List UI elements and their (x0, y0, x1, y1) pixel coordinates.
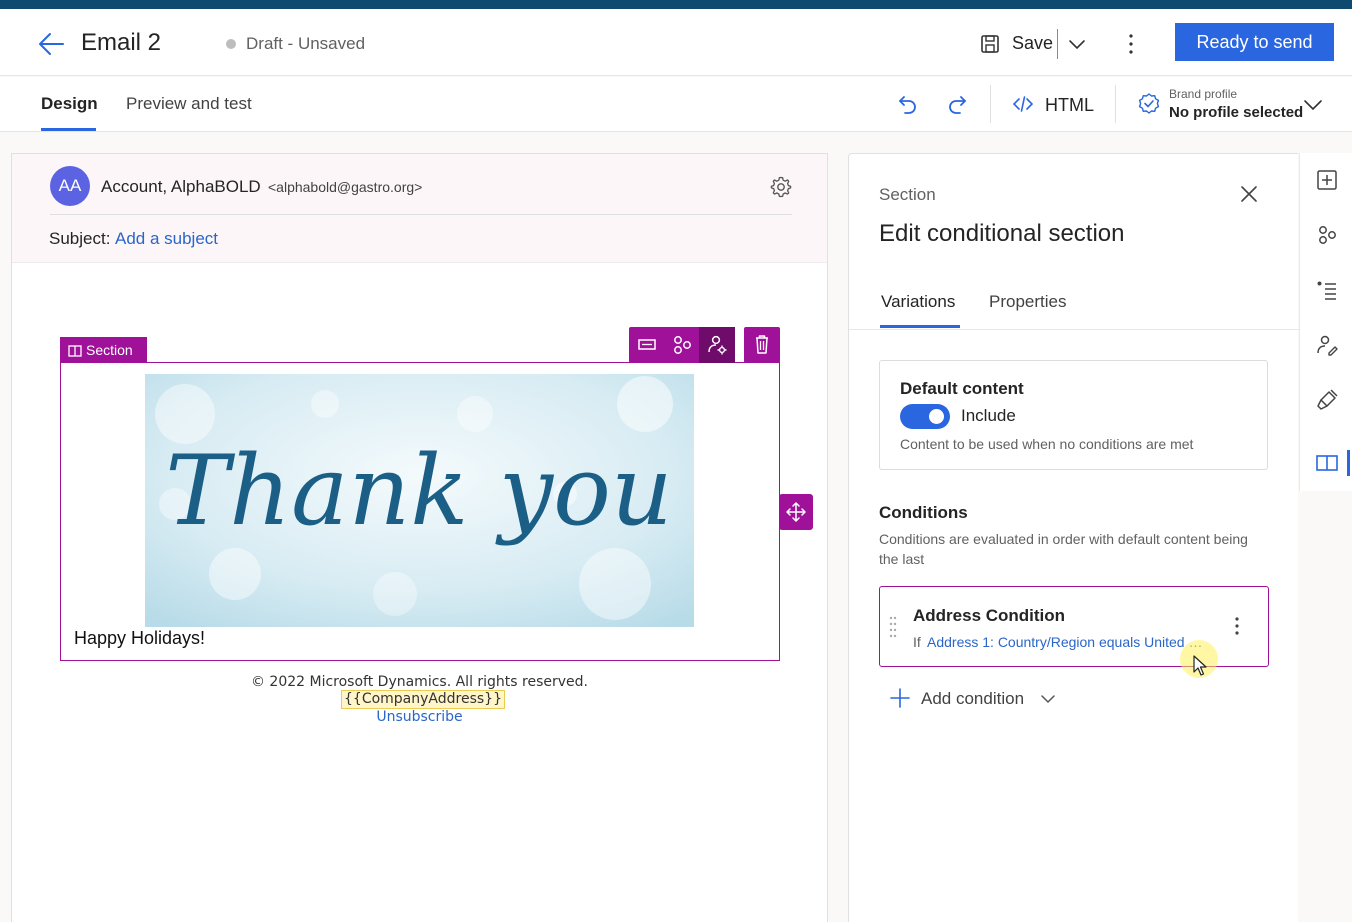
html-button[interactable]: HTML (1045, 95, 1094, 116)
tab-properties[interactable]: Properties (989, 292, 1066, 312)
section-tag-label: Section (86, 342, 133, 358)
default-content-card: Default content Include Content to be us… (879, 360, 1268, 470)
avatar: AA (50, 166, 90, 206)
condition-more-options-icon[interactable] (1230, 614, 1244, 638)
toggle-knob (929, 409, 944, 424)
save-disk-icon[interactable] (979, 33, 1001, 55)
panel-tabs-separator (849, 329, 1299, 330)
editor-tabs-bar: Design Preview and test HTML Brand profi… (0, 77, 1352, 132)
panel-kicker: Section (879, 185, 936, 204)
code-icon[interactable] (1012, 93, 1034, 115)
right-tool-rail (1299, 153, 1352, 491)
back-arrow-icon[interactable] (36, 31, 66, 57)
dynamic-text-list-icon[interactable] (1315, 278, 1339, 302)
company-address-token[interactable]: {{CompanyAddress}} (341, 690, 505, 709)
conditions-description: Conditions are evaluated in order with d… (879, 531, 1248, 567)
more-options-icon[interactable] (1122, 31, 1140, 57)
delete-section-button[interactable] (744, 327, 780, 363)
panel-title: Edit conditional section (879, 220, 1125, 247)
save-options-chevron-down-icon[interactable] (1066, 33, 1088, 55)
thank-you-image-text: Thank you (165, 435, 672, 547)
condition-title: Address Condition (913, 606, 1066, 625)
section-tag[interactable]: Section (60, 337, 147, 363)
redo-icon[interactable] (945, 92, 969, 116)
default-content-description: Content to be used when no conditions ar… (900, 436, 1194, 452)
footer-copyright: © 2022 Microsoft Dynamics. All rights re… (250, 674, 589, 690)
brand-profile-value[interactable]: No profile selected (1169, 104, 1303, 121)
brand-badge-check-icon (1137, 92, 1161, 116)
include-toggle-label: Include (961, 406, 1016, 425)
save-split-divider (1057, 29, 1058, 59)
add-element-icon[interactable] (1315, 168, 1339, 192)
from-name: Account, AlphaBOLD (101, 177, 261, 196)
toolbar-divider (990, 85, 991, 123)
add-condition-button[interactable]: Add condition (921, 689, 1024, 709)
conditional-branch-icon[interactable] (1315, 223, 1339, 247)
section-layout-icon[interactable] (1315, 451, 1339, 475)
tab-variations-underline (880, 325, 960, 328)
trash-icon (756, 335, 768, 354)
email-meta-header: AA Account, AlphaBOLD <alphabold@gastro.… (12, 154, 827, 263)
header-separator (50, 214, 792, 215)
close-icon[interactable] (1237, 182, 1261, 206)
app-top-strip (0, 0, 1352, 9)
page-title: Email 2 (81, 29, 162, 56)
draft-status: Draft - Unsaved (246, 34, 366, 53)
move-arrows-icon (786, 502, 806, 522)
thank-you-image[interactable]: Thank you (145, 374, 694, 627)
rail-active-indicator (1347, 450, 1350, 476)
save-button[interactable]: Save (1012, 33, 1053, 54)
add-condition-chevron-down-icon[interactable] (1039, 690, 1057, 708)
condition-rule-link[interactable]: Address 1: Country/Region equals United … (927, 634, 1207, 650)
conditions-title: Conditions (879, 503, 968, 522)
move-section-handle[interactable] (779, 494, 813, 530)
edit-conditional-section-panel: Section Edit conditional section Variati… (848, 153, 1299, 922)
section-layout-button-icon[interactable] (634, 332, 660, 358)
toolbar-divider (1115, 85, 1116, 123)
email-canvas: AA Account, AlphaBOLD <alphabold@gastro.… (11, 153, 828, 922)
personalization-person-edit-icon[interactable] (1315, 333, 1339, 357)
tab-design[interactable]: Design (41, 94, 98, 114)
email-header-bar: Email 2 Draft - Unsaved Save Ready to se… (0, 9, 1352, 76)
add-subject-link[interactable]: Add a subject (115, 229, 218, 249)
tab-design-underline (41, 128, 96, 131)
personalization-people-settings-icon[interactable] (704, 332, 730, 358)
undo-icon[interactable] (896, 92, 920, 116)
section-layout-icon (68, 345, 82, 357)
from-email: <alphabold@gastro.org> (268, 179, 423, 195)
add-condition-plus-icon[interactable] (889, 687, 911, 709)
gear-icon[interactable] (769, 175, 793, 199)
brand-profile-label: Brand profile (1169, 87, 1238, 101)
mouse-pointer-icon (1193, 655, 1209, 677)
drag-grip-icon[interactable] (888, 614, 898, 638)
subject-label: Subject: (49, 229, 111, 248)
include-toggle[interactable] (900, 404, 950, 429)
default-content-title: Default content (900, 379, 1024, 398)
unsubscribe-link[interactable]: Unsubscribe (12, 709, 827, 725)
condition-if-label: If (913, 634, 921, 650)
section-body-text[interactable]: Happy Holidays! (74, 628, 205, 649)
conditional-branch-icon[interactable] (669, 332, 695, 358)
tab-preview-and-test[interactable]: Preview and test (126, 94, 252, 114)
section-toolbar (629, 327, 735, 363)
paintbrush-styles-icon[interactable] (1315, 388, 1339, 412)
ready-to-send-button[interactable]: Ready to send (1175, 23, 1334, 61)
draft-status-dot-icon (226, 39, 236, 49)
brand-profile-chevron-down-icon[interactable] (1302, 94, 1324, 116)
tab-variations[interactable]: Variations (881, 292, 955, 312)
